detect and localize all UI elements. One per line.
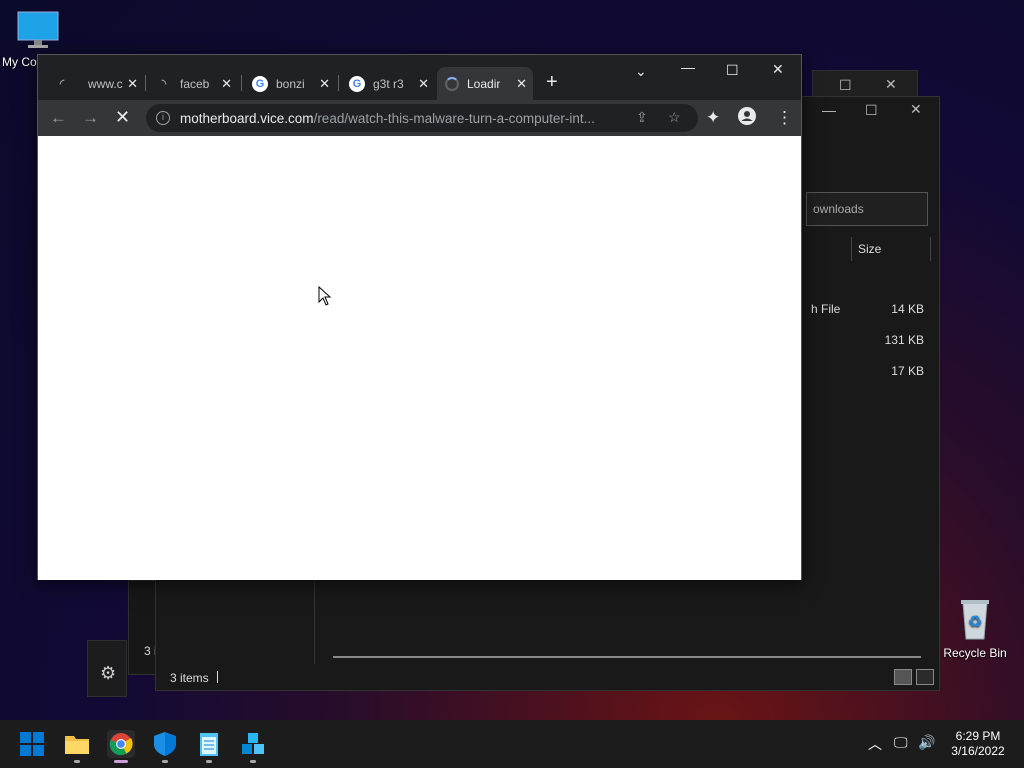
site-info-icon[interactable]: i — [156, 111, 170, 125]
minimize-icon[interactable]: — — [822, 102, 836, 118]
tab-strip[interactable]: ◜ www.c ✕ ◝ faceb ✕ G bonzi ✕ G g3t r3 ✕… — [38, 55, 801, 100]
active-indicator — [114, 760, 128, 763]
network-icon[interactable]: 🖵 — [894, 734, 908, 751]
taskbar-defender[interactable] — [151, 730, 179, 758]
desktop-icon-label: Recycle Bin — [943, 646, 1007, 660]
chrome-icon — [109, 733, 133, 756]
loading-icon: ◜ — [59, 78, 65, 90]
maximize-icon[interactable]: ☐ — [865, 102, 878, 119]
svg-text:♻: ♻ — [968, 614, 982, 631]
column-divider[interactable] — [930, 237, 931, 261]
new-tab-icon[interactable]: + — [546, 71, 558, 94]
page-content[interactable] — [38, 136, 801, 580]
details-view-button[interactable] — [894, 669, 912, 685]
status-divider — [217, 671, 218, 683]
close-tab-icon[interactable]: ✕ — [221, 76, 232, 92]
monitor-icon — [17, 11, 59, 48]
url-path: /read/watch-this-malware-turn-a-computer… — [313, 110, 595, 126]
tab-separator — [241, 75, 242, 91]
tab-5-active[interactable]: Loadir ✕ — [437, 67, 533, 100]
running-indicator — [250, 760, 256, 763]
tab-title: bonzi — [276, 76, 305, 91]
close-tab-icon[interactable]: ✕ — [516, 76, 527, 92]
tab-1[interactable]: ◜ www.c ✕ — [46, 67, 144, 100]
volume-icon[interactable]: 🔊 — [918, 734, 935, 751]
nav-pane-divider[interactable] — [314, 577, 315, 664]
tab-2[interactable]: ◝ faceb ✕ — [148, 67, 238, 100]
close-icon[interactable]: ✕ — [885, 76, 897, 93]
clock-date: 3/16/2022 — [951, 744, 1005, 758]
close-icon[interactable]: ✕ — [910, 101, 922, 118]
google-icon: G — [252, 75, 268, 92]
profile-icon[interactable] — [738, 107, 756, 130]
tab-title: Loadir — [467, 76, 501, 91]
system-clock[interactable]: 6:29 PM 3/16/2022 — [940, 729, 1016, 759]
close-tab-icon[interactable]: ✕ — [127, 76, 138, 92]
running-indicator — [162, 760, 168, 763]
extensions-icon[interactable]: ✦ — [706, 108, 720, 128]
search-placeholder: ownloads — [813, 202, 864, 216]
taskbar: ︿ 🖵 🔊 6:29 PM 3/16/2022 — [0, 720, 1024, 768]
tab-search-chevron-icon[interactable]: ⌄ — [635, 63, 647, 80]
tab-separator — [145, 75, 146, 91]
mouse-cursor-icon — [318, 286, 332, 306]
star-icon[interactable]: ☆ — [668, 109, 681, 126]
column-header-size[interactable]: Size — [858, 242, 881, 256]
minimize-icon[interactable]: — — [681, 59, 695, 75]
tab-4[interactable]: G g3t r3 ✕ — [341, 67, 435, 100]
tab-3[interactable]: G bonzi ✕ — [244, 67, 336, 100]
clock-time: 6:29 PM — [955, 729, 1001, 743]
address-bar[interactable]: i motherboard.vice.com /read/watch-this-… — [146, 104, 698, 132]
running-indicator — [206, 760, 212, 763]
recycle-bin-icon: ♻ — [961, 600, 989, 640]
back-arrow-icon[interactable]: ← — [50, 108, 67, 128]
status-item-count: 3 items — [170, 671, 209, 685]
menu-icon[interactable]: ⋮ — [776, 108, 793, 128]
row-size: 17 KB — [891, 364, 924, 378]
forward-arrow-icon[interactable]: → — [82, 108, 99, 128]
windows-logo-icon — [20, 732, 44, 756]
horizontal-scrollbar[interactable] — [333, 656, 921, 658]
explorer-window-back-titlebar[interactable]: ☐ ✕ — [812, 70, 918, 98]
explorer-window-back[interactable]: ⚙ — [87, 640, 127, 697]
stop-loading-icon[interactable]: ✕ — [115, 107, 130, 128]
share-icon[interactable]: ⇪ — [636, 109, 648, 126]
taskbar-chrome[interactable] — [107, 730, 135, 758]
taskbar-file-explorer[interactable] — [63, 730, 91, 758]
close-tab-icon[interactable]: ✕ — [319, 76, 330, 92]
close-icon[interactable]: ✕ — [772, 61, 784, 78]
chrome-window[interactable]: ◜ www.c ✕ ◝ faceb ✕ G bonzi ✕ G g3t r3 ✕… — [37, 54, 802, 580]
tab-title: g3t r3 — [373, 76, 404, 91]
loading-icon: ◝ — [161, 78, 167, 90]
taskbar-app-cubes[interactable] — [239, 730, 267, 758]
close-tab-icon[interactable]: ✕ — [418, 76, 429, 92]
browser-toolbar: ← → ✕ i motherboard.vice.com /read/watch… — [38, 100, 801, 136]
maximize-icon[interactable]: ☐ — [726, 62, 739, 79]
row-size: 14 KB — [891, 302, 924, 316]
tab-title: faceb — [180, 76, 210, 91]
cubes-icon — [242, 733, 264, 754]
column-divider[interactable] — [851, 237, 852, 261]
desktop-icon-recycle-bin[interactable]: ♻ Recycle Bin — [937, 597, 1013, 660]
spinner-icon — [445, 76, 459, 91]
chevron-up-icon[interactable]: ︿ — [868, 734, 882, 754]
tab-title: www.c — [88, 76, 123, 91]
url-domain: motherboard.vice.com — [180, 110, 314, 126]
folder-icon — [65, 736, 89, 754]
large-icons-view-button[interactable] — [916, 669, 934, 685]
running-indicator — [74, 760, 80, 763]
notepad-icon — [200, 733, 218, 756]
start-button[interactable] — [18, 730, 46, 758]
maximize-icon[interactable]: ☐ — [839, 77, 852, 94]
search-downloads-input[interactable]: ownloads — [806, 192, 928, 226]
tab-separator — [338, 75, 339, 91]
row-size: 131 KB — [884, 333, 924, 347]
taskbar-notepad[interactable] — [195, 730, 223, 758]
settings-gear-icon[interactable]: ⚙ — [100, 663, 116, 684]
google-icon: G — [349, 75, 365, 92]
shield-icon — [154, 732, 176, 756]
